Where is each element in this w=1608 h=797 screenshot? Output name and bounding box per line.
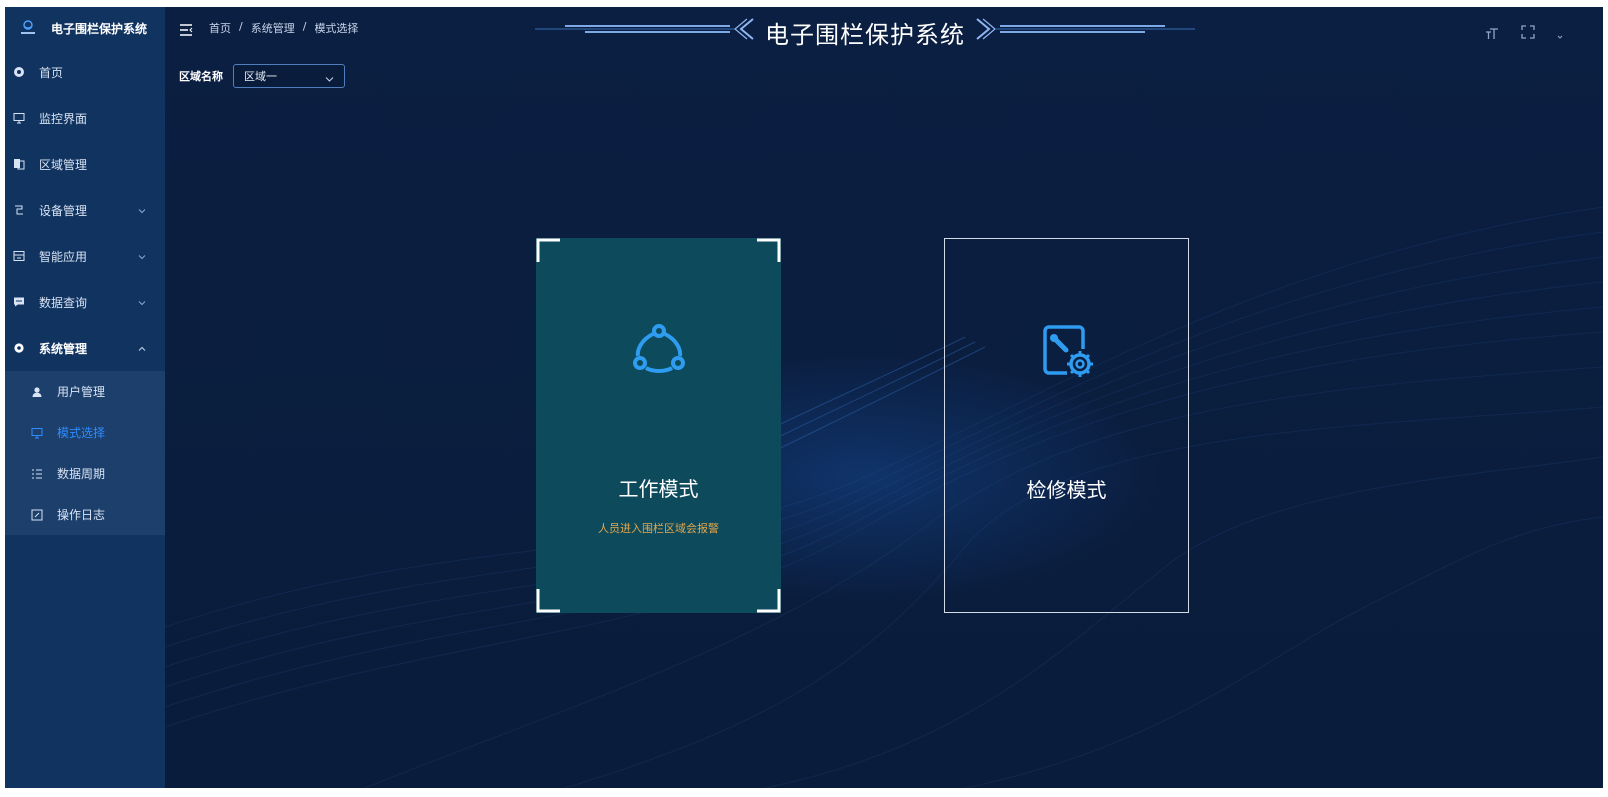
sidebar-item-device[interactable]: 设备管理 — [5, 187, 165, 233]
chevron-down-icon — [137, 205, 147, 215]
background-waves — [165, 206, 1603, 788]
dashboard-icon — [13, 66, 25, 78]
brand: 电子围栏保护系统 — [5, 7, 165, 49]
user-icon — [31, 386, 43, 398]
breadcrumb-separator: / — [239, 20, 243, 33]
sidebar-item-label: 监控界面 — [39, 111, 88, 126]
breadcrumb-home[interactable]: 首页 — [209, 20, 231, 36]
top-bar: 首页 / 系统管理 / 模式选择 电子围栏保护系统 — [165, 7, 1603, 49]
repair-mode-title: 检修模式 — [1026, 478, 1107, 502]
sidebar-item-operation-log[interactable]: 操作日志 — [5, 494, 165, 535]
sidebar-item-mode-select[interactable]: 模式选择 — [5, 412, 165, 453]
fullscreen-icon[interactable] — [1519, 23, 1537, 41]
sidebar-item-data-query[interactable]: 数据查询 — [5, 279, 165, 325]
corner-bracket-icon — [536, 238, 560, 262]
chevron-up-icon — [137, 343, 147, 353]
sidebar-item-label: 数据查询 — [39, 295, 88, 310]
logo-icon — [19, 19, 37, 37]
toolbar — [1483, 23, 1573, 41]
chevron-down-icon — [325, 73, 334, 82]
sidebar: 电子围栏保护系统 首页 监控界面 区域管理 设备管理 智能应用 数据查询 系统管… — [5, 7, 165, 788]
app-icon — [13, 250, 25, 262]
gear-icon — [13, 342, 25, 354]
monitor-icon — [13, 112, 25, 124]
share-nodes-icon — [632, 324, 685, 373]
sidebar-item-label: 系统管理 — [39, 341, 88, 356]
corner-bracket-icon — [757, 589, 781, 613]
copy-icon — [13, 158, 25, 170]
sidebar-item-user-manage[interactable]: 用户管理 — [5, 371, 165, 412]
breadcrumb-current: 模式选择 — [314, 22, 359, 35]
corner-bracket-icon — [757, 238, 781, 262]
region-filter: 区域名称 区域一 — [179, 64, 345, 88]
sidebar-item-label: 用户管理 — [57, 385, 106, 399]
sidebar-item-data-cycle[interactable]: 数据周期 — [5, 453, 165, 494]
sidebar-item-label: 数据周期 — [57, 467, 106, 481]
region-label: 区域名称 — [179, 70, 223, 83]
system-title-banner: 电子围栏保护系统 — [525, 9, 1205, 49]
device-icon — [13, 204, 25, 216]
menu-collapse-icon[interactable] — [179, 21, 193, 36]
caret-down-icon[interactable] — [1555, 23, 1573, 41]
chat-icon — [13, 296, 25, 308]
chevron-down-icon — [137, 297, 147, 307]
font-size-icon[interactable] — [1483, 23, 1501, 41]
chevron-down-icon — [137, 251, 147, 261]
sidebar-item-label: 设备管理 — [39, 203, 88, 218]
corner-bracket-icon — [536, 589, 560, 613]
main-content: 首页 / 系统管理 / 模式选择 电子围栏保护系统 区域名称 区域一 工作模式 … — [165, 7, 1603, 788]
sidebar-item-system[interactable]: 系统管理 — [5, 325, 165, 371]
repair-settings-icon — [1042, 325, 1093, 377]
submenu-system: 用户管理 模式选择 数据周期 操作日志 — [5, 371, 165, 535]
app-window: 电子围栏保护系统 首页 监控界面 区域管理 设备管理 智能应用 数据查询 系统管… — [5, 7, 1603, 788]
breadcrumb: 首页 / 系统管理 / 模式选择 — [209, 20, 358, 36]
work-mode-title: 工作模式 — [618, 477, 699, 501]
monitor-icon — [31, 427, 43, 439]
sidebar-item-monitor[interactable]: 监控界面 — [5, 95, 165, 141]
sidebar-item-label: 区域管理 — [39, 157, 88, 172]
sidebar-item-region[interactable]: 区域管理 — [5, 141, 165, 187]
edit-icon — [31, 509, 43, 521]
sidebar-item-smart-app[interactable]: 智能应用 — [5, 233, 165, 279]
work-mode-desc: 人员进入围栏区域会报警 — [598, 522, 719, 535]
sidebar-item-label: 模式选择 — [57, 426, 106, 440]
brand-title: 电子围栏保护系统 — [51, 21, 148, 36]
sidebar-item-label: 操作日志 — [57, 508, 106, 522]
list-icon — [31, 468, 43, 480]
region-select[interactable]: 区域一 — [233, 64, 345, 88]
sidebar-item-label: 首页 — [39, 65, 64, 80]
sidebar-item-label: 智能应用 — [39, 249, 88, 264]
work-mode-card[interactable]: 工作模式 人员进入围栏区域会报警 — [536, 238, 781, 613]
breadcrumb-separator: / — [302, 20, 307, 33]
system-title: 电子围栏保护系统 — [765, 21, 965, 49]
region-select-value: 区域一 — [244, 70, 277, 83]
breadcrumb-system[interactable]: 系统管理 — [251, 20, 295, 36]
sidebar-item-home[interactable]: 首页 — [5, 49, 165, 95]
repair-mode-card[interactable]: 检修模式 — [944, 238, 1189, 613]
